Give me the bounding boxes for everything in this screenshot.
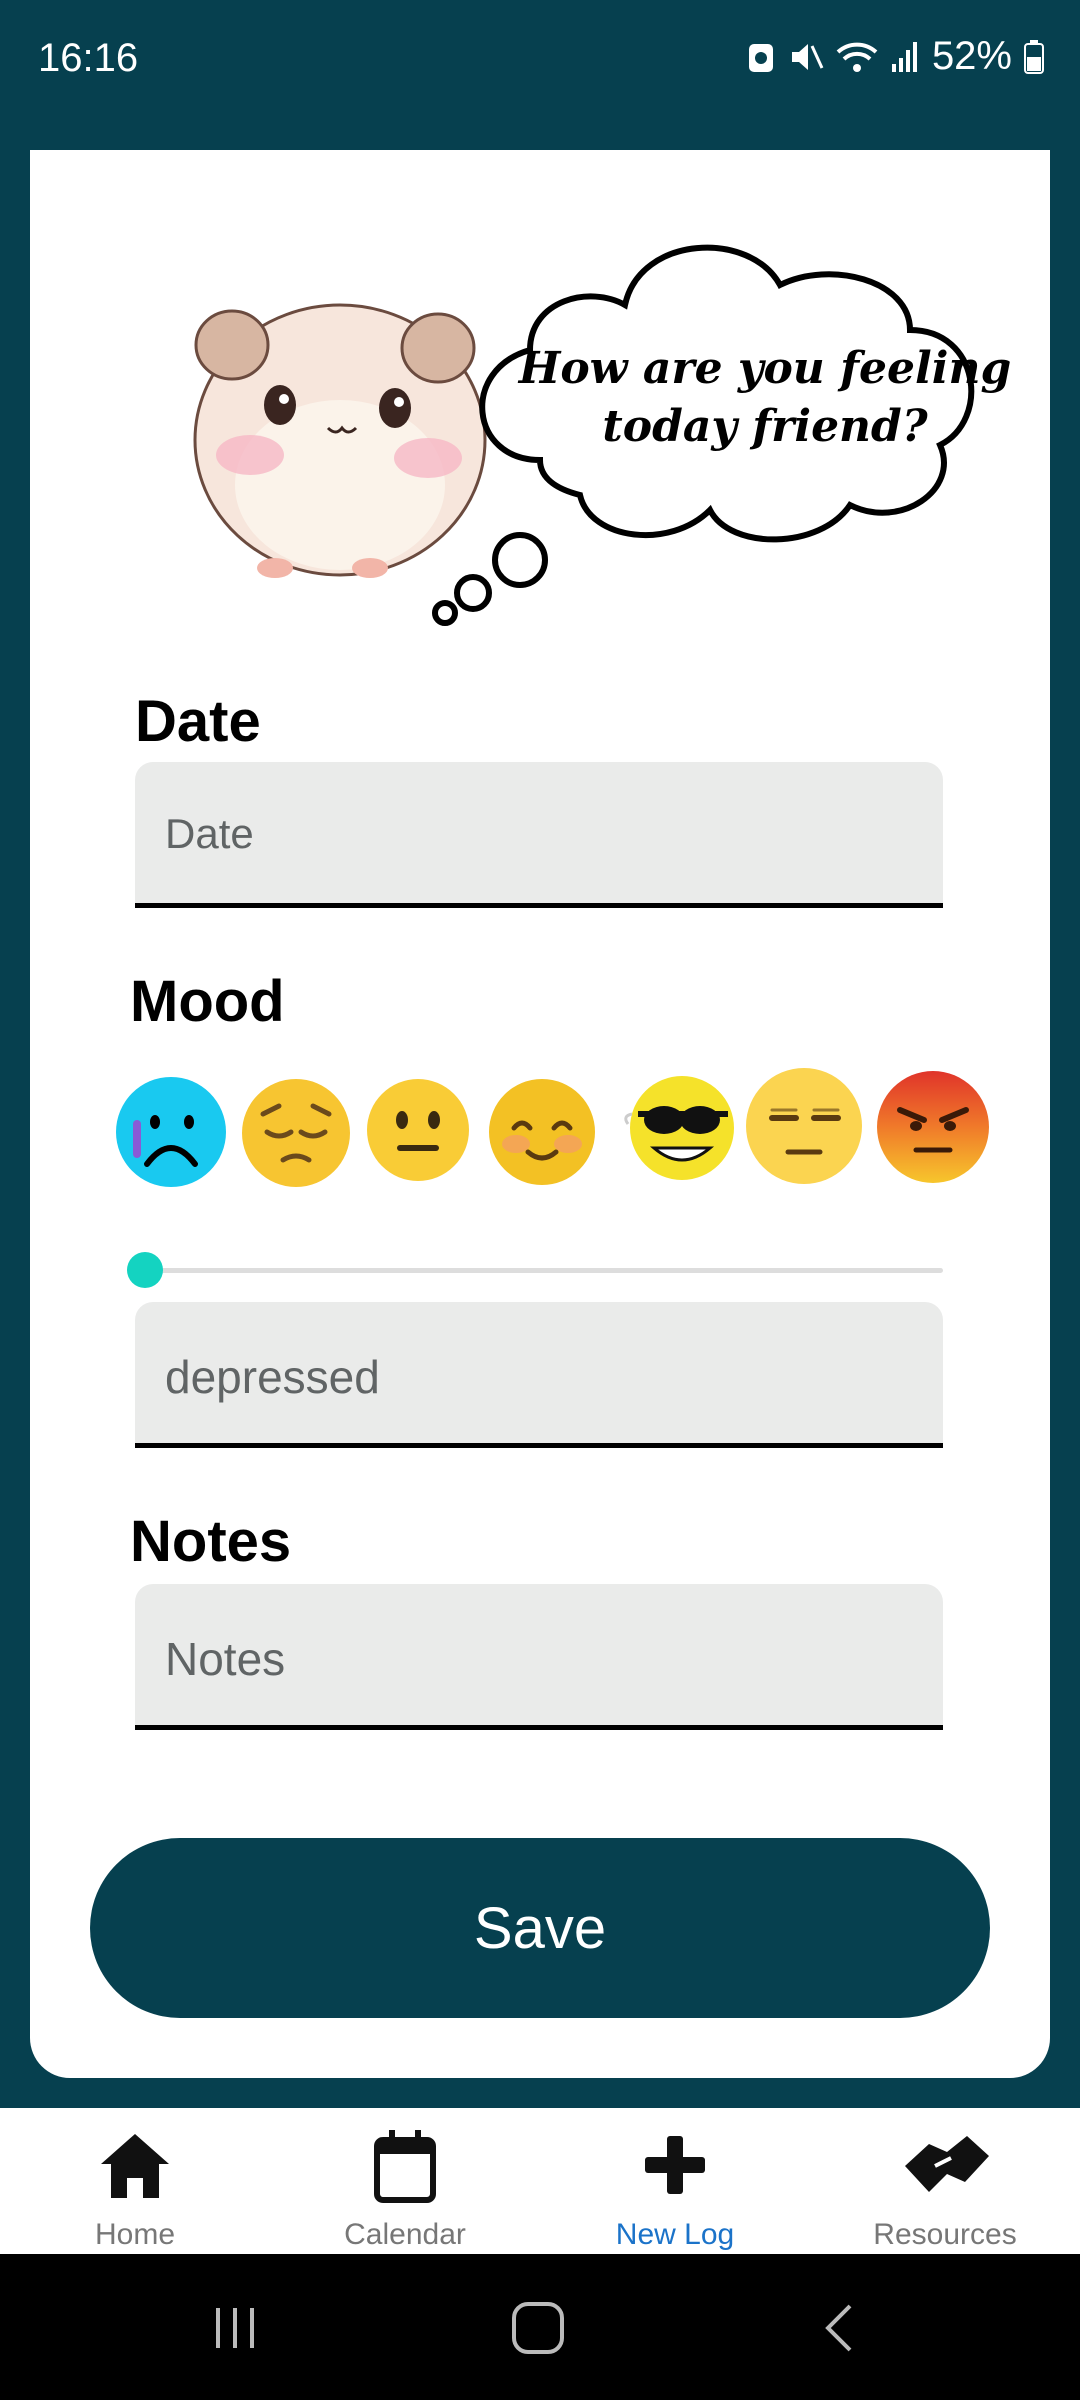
notes-placeholder: Notes: [165, 1633, 286, 1685]
log-form-card: How are you feeling today friend? Date D…: [30, 150, 1050, 2078]
battery-saver-icon: [748, 43, 773, 72]
battery-icon: [1024, 39, 1044, 74]
bottom-navigation: Home Calendar New Log Resources: [0, 2108, 1080, 2254]
nav-label-new-log: New Log: [615, 2218, 735, 2251]
signal-icon: [891, 41, 917, 72]
unamused-icon[interactable]: [742, 1068, 866, 1192]
nav-label-calendar: Calendar: [344, 2218, 466, 2251]
neutral-icon[interactable]: [366, 1078, 470, 1182]
mood-slider-track[interactable]: [147, 1268, 943, 1273]
crying-sad-icon[interactable]: [115, 1076, 227, 1188]
notes-field[interactable]: Notes: [135, 1584, 943, 1730]
mood-label: Mood: [130, 969, 285, 1034]
calendar-icon: [374, 2130, 436, 2203]
date-field[interactable]: Date: [135, 762, 943, 908]
wifi-icon: [836, 42, 878, 72]
pensive-icon[interactable]: [241, 1078, 351, 1188]
nav-label-home: Home: [94, 2218, 176, 2251]
nav-item-home[interactable]: Home: [0, 2108, 270, 2254]
mood-slider[interactable]: [127, 1240, 943, 1300]
status-time: 16:16: [38, 36, 139, 80]
notes-label: Notes: [130, 1509, 292, 1574]
date-placeholder: Date: [165, 810, 254, 857]
handshake-icon: [905, 2136, 989, 2192]
nav-item-new-log[interactable]: New Log: [540, 2108, 810, 2254]
nav-item-calendar[interactable]: Calendar: [270, 2108, 540, 2254]
recent-apps-icon[interactable]: [210, 2304, 260, 2350]
battery-percent: 52%: [931, 34, 1012, 78]
mood-value-text: depressed: [165, 1351, 380, 1403]
mood-slider-thumb[interactable]: [127, 1252, 163, 1288]
thought-bubble-text: How are you feeling today friend?: [518, 343, 1012, 452]
status-bar: 16:16 52%: [0, 0, 1080, 125]
home-icon: [101, 2134, 169, 2198]
plus-icon: [645, 2136, 705, 2194]
back-icon[interactable]: [820, 2302, 860, 2354]
smiling-icon[interactable]: [488, 1078, 596, 1186]
system-navigation-bar: [0, 2254, 1080, 2400]
nav-item-resources[interactable]: Resources: [810, 2108, 1080, 2254]
home-button-icon[interactable]: [510, 2300, 566, 2356]
cool-sunglasses-icon[interactable]: [620, 1070, 738, 1188]
mute-icon: [791, 43, 824, 70]
hamster-icon: [193, 303, 487, 578]
save-button[interactable]: Save: [90, 1838, 990, 2018]
mood-emoji-row: [30, 1068, 1050, 1230]
date-label: Date: [135, 689, 261, 754]
angry-icon[interactable]: [876, 1070, 990, 1184]
nav-label-resources: Resources: [873, 2218, 1017, 2251]
mood-value-field[interactable]: depressed: [135, 1302, 943, 1448]
status-icons: 52%: [746, 34, 1044, 79]
